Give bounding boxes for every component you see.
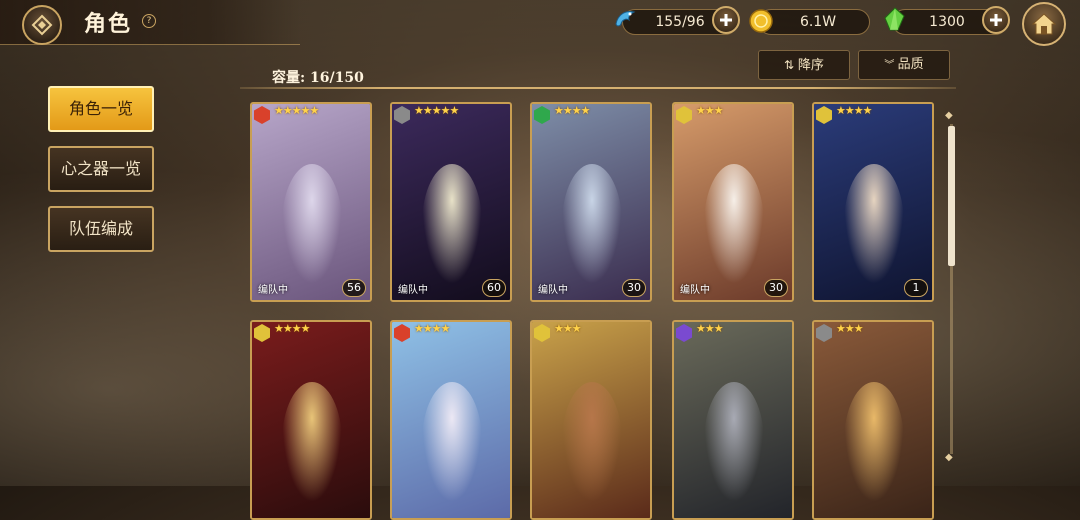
home-icon: [1032, 13, 1056, 35]
character-card[interactable]: ★★★: [530, 320, 652, 520]
character-silhouette: [844, 164, 904, 284]
in-team-status: 编队中: [398, 285, 428, 296]
character-card[interactable]: ★★★★: [250, 320, 372, 520]
gold-counter: 6.1W: [758, 9, 870, 35]
plus-icon: [990, 14, 1002, 26]
gold-value: 6.1W: [799, 14, 837, 30]
character-silhouette: [282, 382, 342, 502]
sort-icon: ⇅: [784, 58, 798, 72]
green-crystal-icon: [884, 7, 905, 31]
rarity-stars: ★★★★★: [274, 104, 319, 117]
diamond-back-icon: [31, 14, 53, 36]
chevron-down-icon: ︾: [884, 60, 898, 71]
character-silhouette: [282, 164, 342, 284]
character-card[interactable]: ★★★★ 编队中 30: [530, 102, 652, 302]
rarity-stars: ★★★: [696, 322, 724, 335]
rarity-stars: ★★★: [696, 104, 724, 117]
level-badge: 30: [622, 279, 646, 297]
character-card[interactable]: ★★★: [672, 320, 794, 520]
rarity-stars: ★★★: [554, 322, 582, 335]
header-divider: [240, 87, 956, 89]
character-silhouette: [704, 382, 764, 502]
menu-team-formation[interactable]: 队伍编成: [48, 206, 154, 252]
plus-icon: [720, 14, 732, 26]
level-badge: 30: [764, 279, 788, 297]
rarity-stars: ★★★★: [554, 104, 590, 117]
rarity-stars: ★★★: [836, 322, 864, 335]
scroll-up-icon[interactable]: ◆: [945, 110, 953, 121]
page-title: 角色: [84, 11, 133, 37]
blue-dragon-icon: [615, 11, 636, 27]
capacity-label: 容量: 16/150: [272, 70, 364, 86]
quality-filter-button[interactable]: ︾ 品质: [858, 50, 950, 80]
rarity-stars: ★★★★: [414, 322, 450, 335]
character-card[interactable]: ★★★★ 1: [812, 102, 934, 302]
help-button[interactable]: ?: [142, 14, 156, 28]
gold-coin-icon: [749, 9, 773, 33]
sort-label: 降序: [797, 58, 824, 73]
character-silhouette: [704, 164, 764, 284]
character-silhouette: [562, 164, 622, 284]
filter-label: 品质: [897, 57, 924, 72]
character-silhouette: [422, 382, 482, 502]
menu-heart-vessel-list[interactable]: 心之器一览: [48, 146, 154, 192]
level-badge: 60: [482, 279, 506, 297]
scrollbar-thumb[interactable]: [948, 126, 955, 266]
level-badge: 1: [904, 279, 928, 297]
character-silhouette: [844, 382, 904, 502]
add-stamina-button[interactable]: [712, 6, 740, 34]
home-button[interactable]: [1022, 2, 1066, 46]
back-button[interactable]: [22, 5, 62, 45]
scroll-down-icon[interactable]: ◆: [945, 452, 953, 463]
rarity-stars: ★★★★: [836, 104, 872, 117]
character-card[interactable]: ★★★ 编队中 30: [672, 102, 794, 302]
character-card[interactable]: ★★★★★ 编队中 60: [390, 102, 512, 302]
character-card[interactable]: ★★★★★ 编队中 56: [250, 102, 372, 302]
rarity-stars: ★★★★: [274, 322, 310, 335]
character-silhouette: [562, 382, 622, 502]
character-silhouette: [422, 164, 482, 284]
in-team-status: 编队中: [258, 285, 288, 296]
in-team-status: 编队中: [538, 285, 568, 296]
sort-order-button[interactable]: ⇅ 降序: [758, 50, 850, 80]
in-team-status: 编队中: [680, 285, 710, 296]
character-card[interactable]: ★★★: [812, 320, 934, 520]
add-gems-button[interactable]: [982, 6, 1010, 34]
menu-character-list[interactable]: 角色一览: [48, 86, 154, 132]
gem-value: 1300: [929, 14, 965, 30]
level-badge: 56: [342, 279, 366, 297]
character-card[interactable]: ★★★★: [390, 320, 512, 520]
rarity-stars: ★★★★★: [414, 104, 459, 117]
